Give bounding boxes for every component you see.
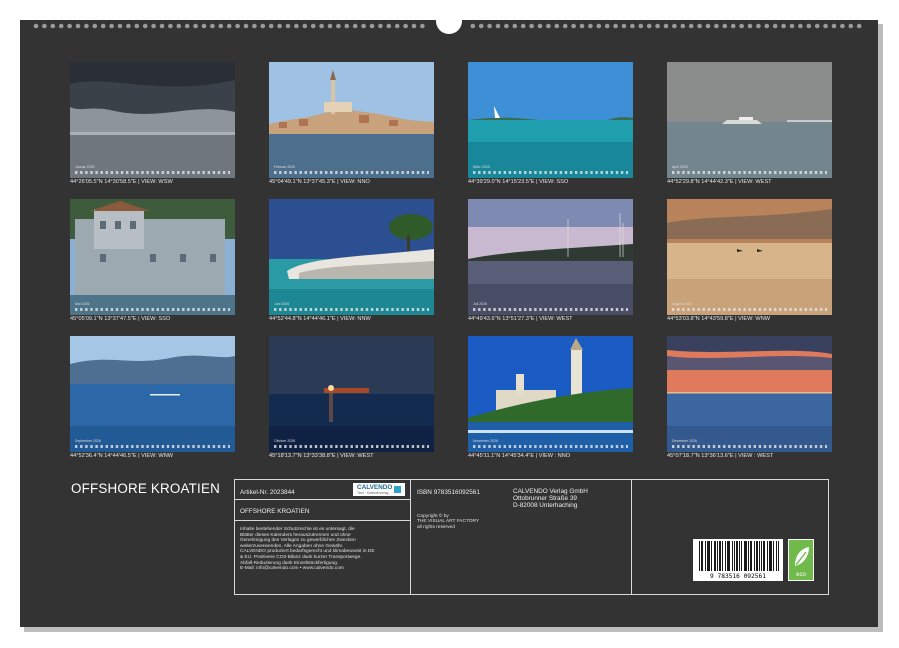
calendar-title: OFFSHORE KROATIEN: [71, 481, 220, 496]
month-label: Mai 2026: [75, 302, 89, 306]
month-photo: Dezember 2026: [667, 336, 832, 452]
month-photo: Juli 2026: [468, 199, 633, 315]
publisher-line: D-82008 Unterhaching: [513, 502, 577, 509]
mini-calendar: [672, 445, 827, 448]
month-photo: Januar 2026: [70, 62, 235, 178]
month-label: April 2026: [672, 165, 688, 169]
month-label: Oktober 2026: [274, 439, 295, 443]
mini-calendar: [75, 171, 230, 174]
month-photo: Juni 2026: [269, 199, 434, 315]
month-label: März 2026: [473, 165, 490, 169]
publisher-line: Ottobrunner Straße 39: [513, 495, 577, 502]
isbn: ISBN 9783516092561: [417, 489, 480, 496]
ean-barcode: 9 783516 092561: [693, 539, 783, 581]
mini-calendar: [473, 308, 628, 311]
mini-calendar: [473, 171, 628, 174]
eco-badge: eco: [788, 539, 814, 581]
month-label: November 2026: [473, 439, 498, 443]
month-label: Dezember 2026: [672, 439, 697, 443]
month-photo: März 2026: [468, 62, 633, 178]
month-photo: August 2026: [667, 199, 832, 315]
copyright-line: all rights reserved: [417, 525, 455, 531]
hanger-hole: [436, 8, 462, 34]
month-photo: Oktober 2026: [269, 336, 434, 452]
mini-calendar: [473, 445, 628, 448]
mini-calendar: [274, 308, 429, 311]
mini-calendar: [274, 445, 429, 448]
gps-caption: 45°07'18.7"N 13°36'13.6"E | VIEW : WEST: [667, 453, 773, 459]
month-label: Juni 2026: [274, 302, 289, 306]
mini-calendar: [75, 445, 230, 448]
legal-line: E-Mail: info@calvendo.com • www.calvendo…: [240, 566, 344, 572]
gps-caption: 45°04'49.1"N 13°37'45.3"E | VIEW: NNO: [269, 179, 370, 185]
month-label: Februar 2026: [274, 165, 295, 169]
month-label: September 2026: [75, 439, 101, 443]
gps-caption: 45°05'09.1"N 13°37'47.5"E | VIEW: SSO: [70, 316, 170, 322]
month-photo: April 2026: [667, 62, 832, 178]
month-photo: Mai 2026: [70, 199, 235, 315]
month-label: August 2026: [672, 302, 692, 306]
gps-caption: 44°26'05.5"N 14°30'58.5"E | VIEW: WSW: [70, 179, 173, 185]
mini-calendar: [75, 308, 230, 311]
mini-calendar: [672, 308, 827, 311]
gps-caption: 44°39'29.0"N 14°15'23.5"E | VIEW: SSO: [468, 179, 568, 185]
calvendo-logo: CALVENDO Tiere · Kalenderverlag: [353, 483, 405, 496]
month-label: Januar 2026: [75, 165, 94, 169]
gps-caption: 44°52'29.8"N 14°44'42.3"E | VIEW: WEST: [667, 179, 772, 185]
gps-caption: 44°45'11.1"N 14°45'34.4"E | VIEW : NNO: [468, 453, 570, 459]
mini-calendar: [274, 171, 429, 174]
gps-caption: 44°52'44.8"N 14°44'46.1"E | VIEW: NNW: [269, 316, 371, 322]
month-photo: September 2026: [70, 336, 235, 452]
gps-caption: 44°53'03.8"N 14°43'59.8"E | VIEW: WNW: [667, 316, 770, 322]
month-label: Juli 2026: [473, 302, 487, 306]
gps-caption: 44°52'36.4"N 14°44'46.5"E | VIEW: WNW: [70, 453, 173, 459]
gps-caption: 44°49'43.6"N 13°51'27.3"E | VIEW: WEST: [468, 316, 573, 322]
month-photo: November 2026: [468, 336, 633, 452]
publisher-line: CALVENDO Verlag GmbH: [513, 488, 588, 495]
gps-caption: 45°18'13.7"N 13°33'38.8"E | VIEW: WEST: [269, 453, 374, 459]
mini-calendar: [672, 171, 827, 174]
artikel-number: Artikel-Nr. 2023844: [240, 489, 295, 496]
product-title: OFFSHORE KROATIEN: [240, 508, 309, 515]
leaf-icon: [789, 543, 813, 571]
month-photo: Februar 2026: [269, 62, 434, 178]
